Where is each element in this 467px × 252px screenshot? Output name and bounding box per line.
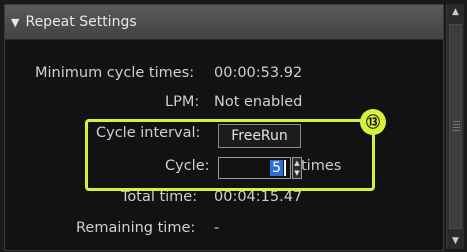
callout-highlight-box — [85, 119, 375, 191]
scroll-down-icon[interactable]: ▼ — [447, 233, 464, 249]
min-cycle-value: 00:00:53.92 — [214, 65, 303, 81]
remaining-time-label: Remaining time: — [76, 220, 196, 236]
min-cycle-label: Minimum cycle times: — [35, 65, 195, 81]
repeat-settings-panel: ▼ Repeat Settings Minimum cycle times: 0… — [4, 4, 444, 251]
total-time-value: 00:04:15.47 — [214, 189, 303, 205]
scrollbar-thumb[interactable] — [449, 24, 462, 229]
repeat-settings-header[interactable]: ▼ Repeat Settings — [5, 5, 443, 40]
vertical-scrollbar[interactable]: ▲ ▼ — [446, 4, 464, 249]
scroll-up-icon[interactable]: ▲ — [447, 4, 464, 20]
section-title: Repeat Settings — [25, 14, 137, 30]
remaining-time-value: - — [214, 220, 220, 236]
callout-number-badge: ⑬ — [360, 109, 386, 135]
lpm-label: LPM: — [165, 94, 200, 110]
grip-icon — [453, 121, 460, 131]
total-time-label: Total time: — [121, 189, 198, 205]
lpm-value: Not enabled — [214, 94, 303, 110]
triangle-down-icon[interactable]: ▼ — [11, 16, 19, 29]
